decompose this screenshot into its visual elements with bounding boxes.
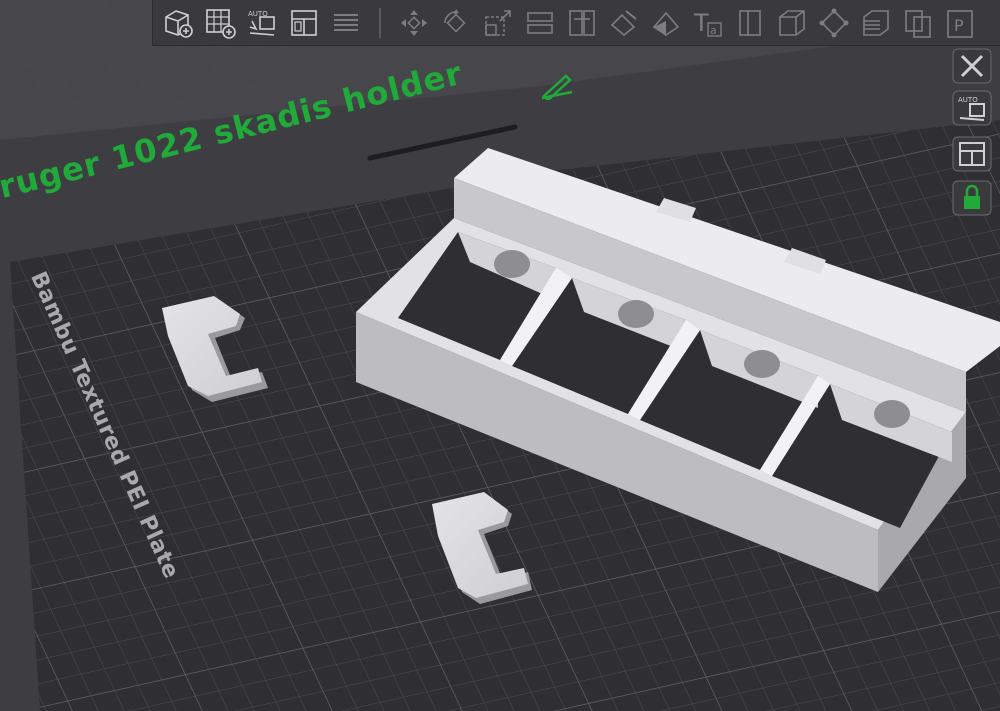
arrange-button[interactable] xyxy=(285,4,323,42)
edit-plate-name-icon[interactable] xyxy=(540,72,574,100)
box-icon xyxy=(779,9,805,36)
assembly-icon xyxy=(863,9,889,36)
svg-text:T: T xyxy=(693,9,709,37)
add-cube-icon xyxy=(165,9,193,38)
main-toolbar: AUTO Ta P xyxy=(152,0,1000,46)
copy-icon xyxy=(905,9,931,38)
support-paint-button[interactable] xyxy=(605,4,643,42)
add-object-button[interactable] xyxy=(159,4,197,42)
auto-orient-icon: AUTO xyxy=(248,10,275,36)
rotate-icon xyxy=(444,8,466,33)
svg-text:AUTO: AUTO xyxy=(958,96,978,104)
lock-plate-icon xyxy=(952,180,992,216)
split-button[interactable] xyxy=(731,4,769,42)
lock-plate-button[interactable] xyxy=(952,180,992,216)
viewport-3d[interactable] xyxy=(0,0,1000,711)
paste-icon: P xyxy=(947,9,973,38)
rotate-button[interactable] xyxy=(437,4,475,42)
support-paint-icon xyxy=(610,9,637,36)
box-button[interactable] xyxy=(773,4,811,42)
assembly-button[interactable] xyxy=(857,4,895,42)
measure-icon xyxy=(819,8,849,37)
measure-button[interactable] xyxy=(815,4,853,42)
move-button[interactable] xyxy=(395,4,433,42)
color-paint-icon xyxy=(652,11,680,36)
add-plate-button[interactable] xyxy=(201,4,239,42)
paste-button[interactable]: P xyxy=(941,4,979,42)
svg-text:P: P xyxy=(954,16,964,35)
add-plate-icon xyxy=(206,8,236,39)
arrange-plate-icon xyxy=(952,136,992,172)
text-tool-button[interactable]: Ta xyxy=(689,4,727,42)
cut-button[interactable] xyxy=(563,4,601,42)
close-plate-button[interactable] xyxy=(952,48,992,84)
split-icon xyxy=(739,9,761,36)
cut-icon xyxy=(569,9,595,36)
scale-button[interactable] xyxy=(479,4,517,42)
layers-icon xyxy=(334,13,358,31)
auto-orient-plate-button[interactable]: AUTO xyxy=(952,90,992,126)
arrange-icon xyxy=(291,9,317,36)
color-paint-button[interactable] xyxy=(647,4,685,42)
toolbar-separator xyxy=(379,7,381,38)
lay-on-face-icon xyxy=(527,11,553,34)
plate-side-toolbar: AUTO xyxy=(930,46,1000,286)
svg-text:a: a xyxy=(710,24,717,37)
arrange-plate-button[interactable] xyxy=(952,136,992,172)
layers-button[interactable] xyxy=(327,4,365,42)
scale-icon xyxy=(485,9,511,36)
text-icon: Ta xyxy=(693,9,722,37)
copy-button[interactable] xyxy=(899,4,937,42)
move-icon xyxy=(401,9,427,36)
close-plate-icon xyxy=(952,48,992,84)
auto-orient-plate-icon: AUTO xyxy=(952,90,992,126)
lay-on-face-button[interactable] xyxy=(521,4,559,42)
auto-orient-button[interactable]: AUTO xyxy=(243,4,281,42)
